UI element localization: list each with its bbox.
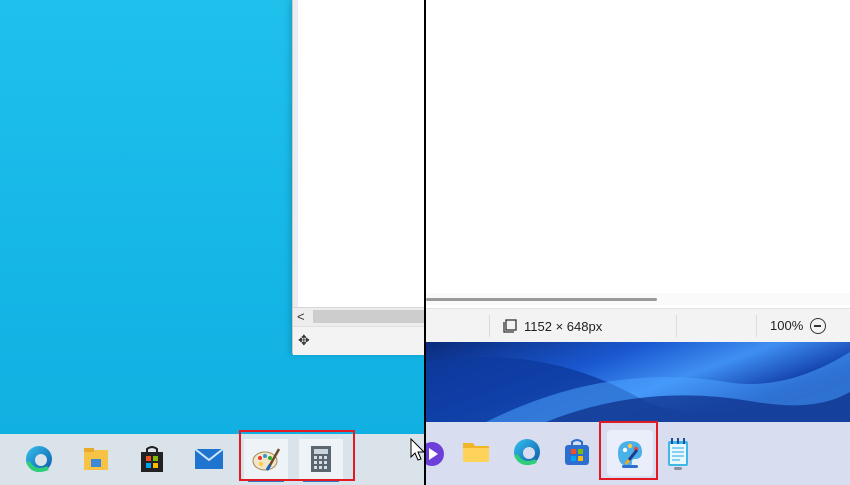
desktop-wallpaper xyxy=(426,342,850,422)
microsoft-store-icon xyxy=(141,446,163,472)
highlight-box-right xyxy=(599,421,658,480)
paint-statusbar: 1152 × 648px 100% xyxy=(426,308,850,343)
status-separator xyxy=(756,315,757,337)
scrollbar-thumb[interactable] xyxy=(313,310,424,323)
paint-canvas[interactable] xyxy=(293,0,424,307)
zoom-out-icon[interactable] xyxy=(810,318,826,334)
mouse-cursor-icon xyxy=(410,438,426,461)
taskbar-store-button[interactable] xyxy=(557,432,597,472)
file-explorer-icon xyxy=(84,448,108,470)
paint-window: < ✥ xyxy=(292,0,424,355)
running-indicator xyxy=(674,467,682,470)
media-icon xyxy=(426,442,444,466)
taskbar-mail-button[interactable] xyxy=(189,439,229,479)
highlight-box-left xyxy=(239,430,355,481)
notepad-icon xyxy=(668,438,688,466)
windows11-screenshot-pane: 1152 × 648px 100% xyxy=(426,0,850,485)
taskbar-edge-button[interactable] xyxy=(19,439,59,479)
horizontal-scrollbar[interactable]: < xyxy=(293,307,424,326)
wallpaper-bloom xyxy=(426,352,850,422)
file-explorer-icon xyxy=(463,443,489,462)
horizontal-scrollbar[interactable] xyxy=(426,293,850,305)
canvas-size-indicator: 1152 × 648px xyxy=(502,318,602,334)
taskbar-edge-button[interactable] xyxy=(507,432,547,472)
paint-canvas-area[interactable] xyxy=(426,0,850,292)
scroll-left-icon[interactable]: < xyxy=(297,309,305,325)
taskbar-notepad-button[interactable] xyxy=(658,432,698,472)
canvas-dimensions: 1152 × 648px xyxy=(524,318,603,334)
zoom-level: 100% xyxy=(770,318,804,333)
move-icon: ✥ xyxy=(298,332,310,348)
microsoft-store-icon xyxy=(565,439,589,465)
windows10-screenshot-pane: < ✥ xyxy=(0,0,424,485)
edge-icon xyxy=(26,446,52,472)
scrollbar-thumb[interactable] xyxy=(426,298,657,301)
taskbar-file-explorer-button[interactable] xyxy=(456,432,496,472)
paint-statusbar: ✥ xyxy=(293,326,424,355)
taskbar-file-explorer-button[interactable] xyxy=(76,439,116,479)
edge-icon xyxy=(514,439,540,465)
canvas-size-icon xyxy=(503,319,517,333)
status-separator xyxy=(676,315,677,337)
taskbar xyxy=(0,434,424,485)
status-separator xyxy=(489,315,490,337)
taskbar-media-button[interactable] xyxy=(426,434,452,474)
taskbar-store-button[interactable] xyxy=(132,439,172,479)
mail-icon xyxy=(194,448,224,469)
